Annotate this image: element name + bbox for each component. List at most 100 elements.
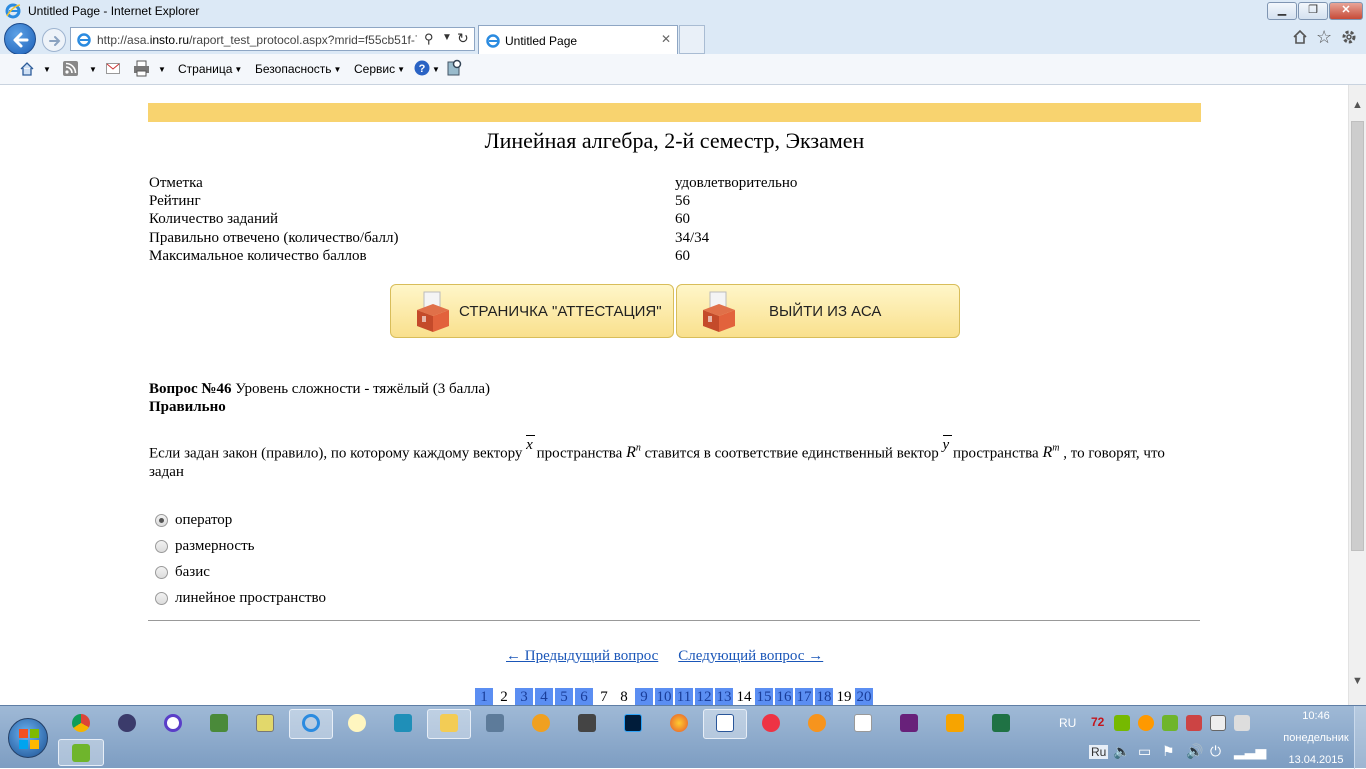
help-icon[interactable]: ? [414,60,430,76]
favorites-star-icon[interactable]: ☆ [1316,27,1332,48]
page-number-link[interactable]: 1 [475,688,493,705]
app-icon[interactable] [854,714,872,732]
radio-button[interactable] [155,514,168,527]
address-bar[interactable]: http://asa.insto.ru/raport_test_protocol… [70,27,475,51]
page-number-link[interactable]: 4 [535,688,553,705]
scroll-thumb[interactable] [1351,121,1364,551]
menu-tools[interactable]: Сервис ▼ [354,62,405,76]
page-number-link[interactable]: 19 [835,688,853,705]
page-number-link[interactable]: 7 [595,688,613,705]
mail-icon[interactable] [106,63,120,74]
page-number-link[interactable]: 12 [695,688,713,705]
language-indicator[interactable]: RU [1059,716,1076,730]
volume-icon[interactable]: 🔊 [1186,743,1203,760]
radio-button[interactable] [155,566,168,579]
scroll-up-icon[interactable]: ▲ [1352,99,1363,111]
page-number-link[interactable]: 14 [735,688,753,705]
prev-question-link[interactable]: ← Предыдущий вопрос [506,648,658,664]
media-player-icon[interactable] [118,714,136,732]
wifi-app-icon[interactable] [348,714,366,732]
visual-studio-icon[interactable] [900,714,918,732]
back-button[interactable] [4,23,36,55]
app-icon[interactable] [256,714,274,732]
input-language-icon[interactable]: Ru [1089,745,1109,759]
power-icon[interactable]: ⏻ [1210,743,1221,760]
page-number-link[interactable]: 5 [555,688,573,705]
close-button[interactable]: ✕ [1329,2,1363,20]
page-number-link[interactable]: 16 [775,688,793,705]
page-number-link[interactable]: 3 [515,688,533,705]
research-icon[interactable] [446,59,463,77]
photoshop-icon[interactable] [624,714,642,732]
menu-page[interactable]: Страница ▼ [178,62,242,76]
page-number-link[interactable]: 9 [635,688,653,705]
word-icon[interactable] [716,714,734,732]
clock-time[interactable]: 10:46 [1270,710,1362,722]
page-number-link[interactable]: 8 [615,688,633,705]
page-number-link[interactable]: 11 [675,688,693,705]
bluestacks-icon[interactable] [72,744,90,762]
app-icon[interactable] [1138,715,1154,731]
signal-icon[interactable]: ▂▃▅ [1234,743,1266,760]
chevron-down-icon[interactable]: ▼ [158,65,166,74]
camera-icon[interactable] [578,714,596,732]
network-icon[interactable]: ▭ [1138,743,1151,760]
minimize-button[interactable]: ▁ [1267,2,1297,20]
chrome-icon[interactable] [72,714,90,732]
page-number-link[interactable]: 2 [495,688,513,705]
page-number-link[interactable]: 15 [755,688,773,705]
page-number-link[interactable]: 20 [855,688,873,705]
internet-explorer-icon[interactable] [302,714,320,732]
chevron-down-icon[interactable]: ▼ [432,65,440,74]
address-url[interactable]: http://asa.insto.ru/raport_test_protocol… [97,33,417,47]
page-number-link[interactable]: 13 [715,688,733,705]
folder-icon[interactable] [440,714,458,732]
chevron-down-icon[interactable]: ▼ [442,32,452,43]
print-icon[interactable] [133,60,150,77]
app-icon[interactable] [1234,715,1250,731]
tray-badge[interactable]: 72 [1091,715,1104,729]
tab-close-icon[interactable]: ✕ [661,32,671,46]
page-number-link[interactable]: 17 [795,688,813,705]
page-number-link[interactable]: 6 [575,688,593,705]
app-icon[interactable] [394,714,412,732]
next-question-link[interactable]: Следующий вопрос → [678,648,823,664]
forward-button[interactable] [42,28,66,52]
tab-untitled-page[interactable]: Untitled Page ✕ [478,25,678,54]
chevron-down-icon[interactable]: ▼ [43,65,51,74]
radio-button[interactable] [155,540,168,553]
gear-icon[interactable] [1340,28,1358,46]
attestation-page-button[interactable]: СТРАНИЧКА "АТТЕСТАЦИЯ" [390,284,674,338]
volume-tray-icon[interactable]: 🔈 [1113,743,1130,760]
app-icon[interactable] [808,714,826,732]
page-number-link[interactable]: 18 [815,688,833,705]
clock-date[interactable]: 13.04.2015 [1270,754,1362,766]
new-tab-button[interactable] [679,25,705,54]
app-icon[interactable] [1186,715,1202,731]
app-icon[interactable] [1162,715,1178,731]
speaker-icon[interactable] [486,714,504,732]
exit-asa-button[interactable]: ВЫЙТИ ИЗ АСА [676,284,960,338]
maximize-button[interactable]: ❐ [1298,2,1328,20]
clock-weekday[interactable]: понедельник [1270,732,1362,744]
page-number-link[interactable]: 10 [655,688,673,705]
vertical-scrollbar[interactable]: ▲ ▼ [1348,85,1366,705]
home-icon[interactable] [1292,29,1308,45]
app-icon[interactable] [532,714,550,732]
app-icon[interactable] [762,714,780,732]
nvidia-icon[interactable] [1114,715,1130,731]
app-icon[interactable] [210,714,228,732]
chevron-down-icon[interactable]: ▼ [89,65,97,74]
radio-button[interactable] [155,592,168,605]
firefox-icon[interactable] [670,714,688,732]
flag-icon[interactable]: ⚑ [1162,743,1175,760]
excel-icon[interactable] [992,714,1010,732]
search-icon[interactable]: ⚲ [424,31,434,47]
refresh-icon[interactable]: ↻ [457,30,469,47]
scroll-down-icon[interactable]: ▼ [1352,675,1363,687]
home-icon[interactable] [19,61,35,77]
media-icon[interactable] [946,714,964,732]
rss-feed-icon[interactable] [63,61,78,76]
show-desktop-button[interactable] [1354,706,1366,769]
app-icon[interactable] [1210,715,1226,731]
